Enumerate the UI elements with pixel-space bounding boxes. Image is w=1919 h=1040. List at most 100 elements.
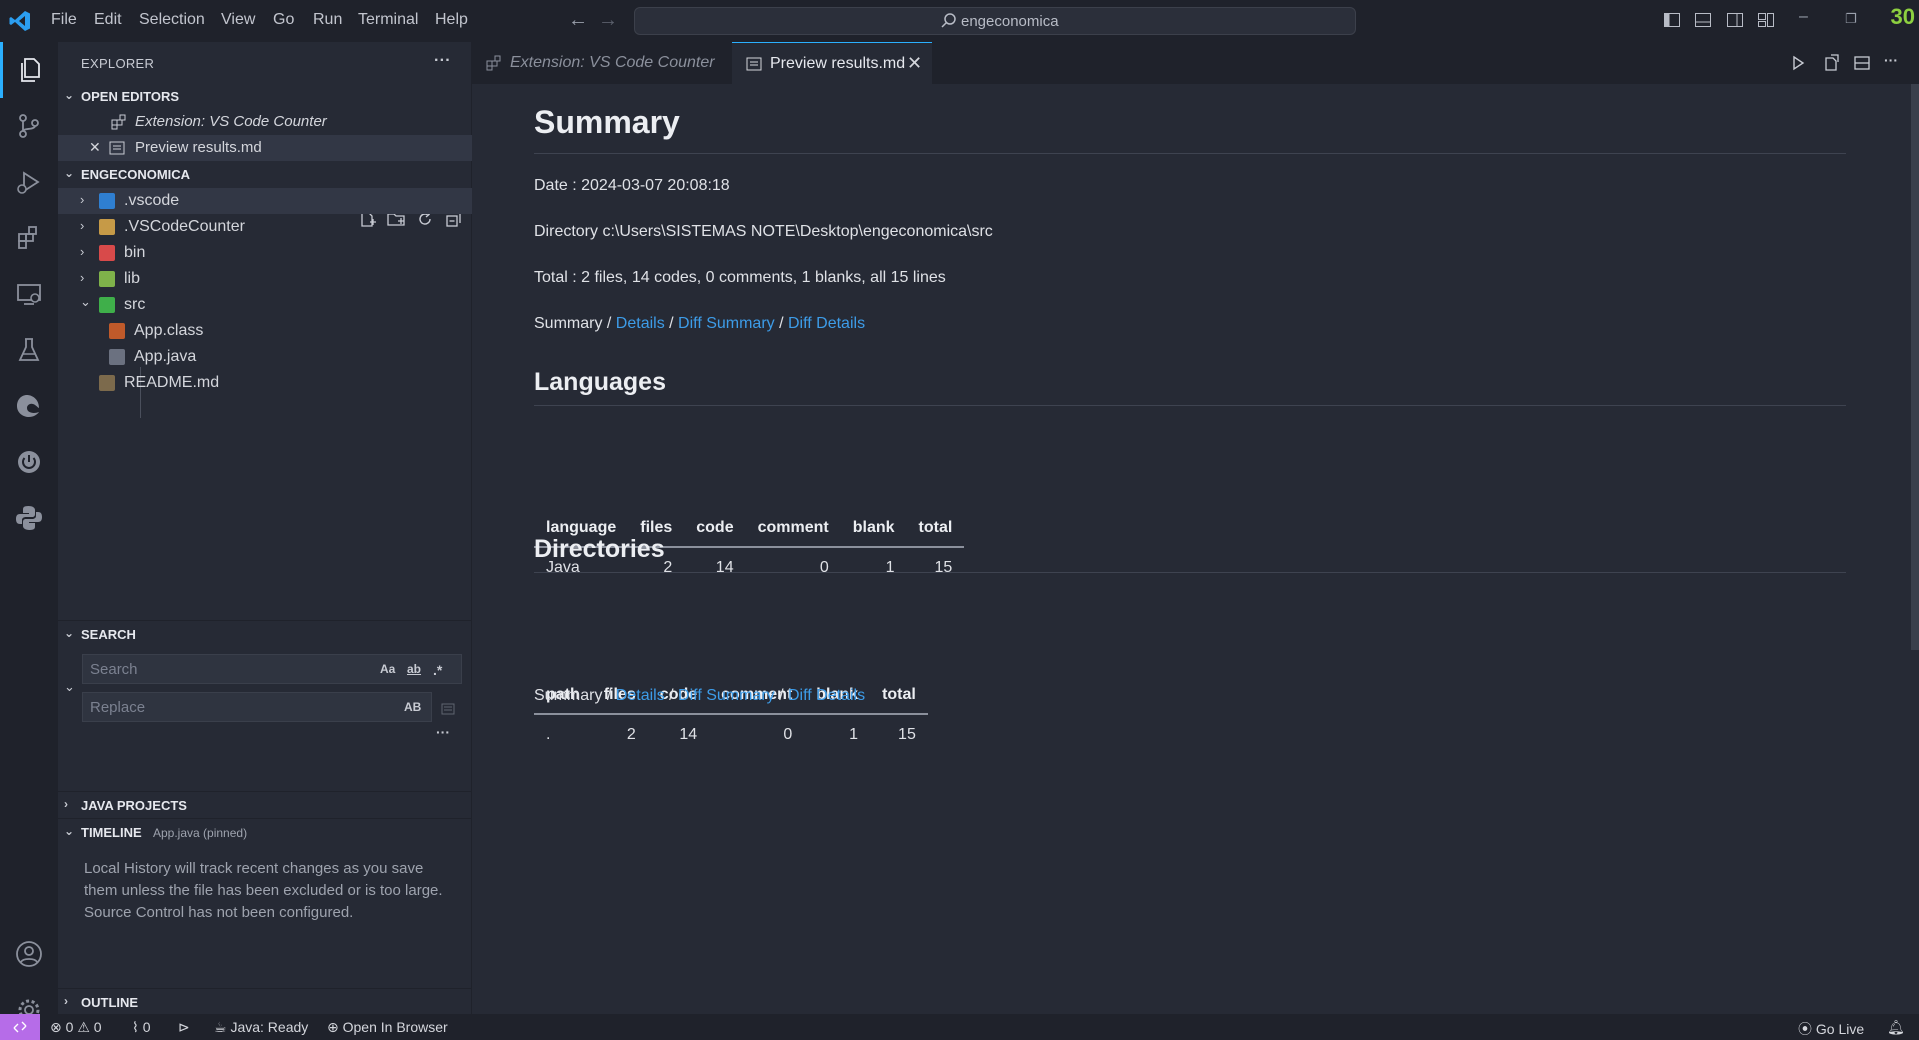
search-details-more[interactable]: ···	[436, 724, 450, 740]
split-editor-icon[interactable]	[1853, 54, 1871, 72]
close-icon[interactable]: ✕	[907, 53, 922, 74]
menu-run[interactable]: Run	[313, 11, 342, 29]
menu-selection[interactable]: Selection	[139, 11, 205, 29]
tree-folder[interactable]: ⌄ src	[58, 292, 472, 318]
nav-sep: /	[602, 315, 616, 332]
tree-folder[interactable]: › bin	[58, 240, 472, 266]
menu-view[interactable]: View	[221, 11, 255, 29]
java-cup-icon: ☕	[214, 1019, 227, 1035]
divider	[534, 572, 1846, 573]
java-file-icon	[109, 349, 125, 365]
regex-icon[interactable]: .*	[433, 662, 442, 678]
accounts-activity[interactable]	[0, 926, 58, 982]
tree-file[interactable]: App.class	[58, 318, 472, 344]
open-editors-header[interactable]: ⌄ OPEN EDITORS	[58, 83, 472, 109]
details-link[interactable]: Details	[616, 687, 665, 704]
editor-scrollbar[interactable]	[1911, 84, 1919, 650]
folder-header[interactable]: ⌄ ENGECONOMICA	[58, 161, 472, 187]
outline-header[interactable]: › OUTLINE	[58, 988, 472, 1014]
nav-sep: /	[774, 315, 788, 332]
explorer-more-actions[interactable]: ···	[434, 52, 451, 70]
remote-explorer-activity[interactable]	[0, 266, 58, 322]
vscode-folder-icon	[99, 193, 115, 209]
menu-file[interactable]: File	[51, 11, 77, 29]
cell-files: 2	[626, 725, 636, 743]
open-editor-item[interactable]: ✕ Preview results.md	[58, 135, 472, 161]
ports-indicator[interactable]: ⌇ 0	[132, 1019, 151, 1036]
col-code: code	[684, 509, 746, 548]
power-activity[interactable]	[0, 434, 58, 490]
preserve-case-icon[interactable]: AB	[404, 700, 421, 714]
extensions-activity[interactable]	[0, 210, 58, 266]
run-icon[interactable]	[1789, 54, 1807, 72]
open-editor-item[interactable]: Extension: VS Code Counter	[58, 109, 472, 135]
summary-heading: Summary	[534, 104, 680, 140]
open-in-browser[interactable]: ⊕ Open In Browser	[327, 1019, 448, 1036]
minimize-icon[interactable]: –	[1799, 8, 1808, 26]
toggle-secondary-sidebar-icon[interactable]	[1726, 11, 1744, 29]
tab-preview-results[interactable]: Preview results.md ✕	[732, 42, 932, 84]
tree-file[interactable]: README.md	[58, 370, 472, 396]
menu-edit[interactable]: Edit	[94, 11, 122, 29]
preview-icon	[746, 57, 762, 71]
col-total: total	[906, 509, 965, 548]
chevron-right-icon: ›	[80, 192, 85, 207]
menu-terminal[interactable]: Terminal	[358, 11, 418, 29]
tree-file[interactable]: App.java	[58, 344, 472, 370]
search-header[interactable]: ⌄ SEARCH	[58, 620, 472, 646]
edge-devtools-activity[interactable]	[0, 378, 58, 434]
explorer-activity[interactable]	[0, 42, 58, 98]
source-control-icon	[19, 114, 39, 138]
tree-folder[interactable]: › .VSCodeCounter	[58, 214, 472, 240]
replace-all-icon[interactable]	[439, 699, 457, 717]
match-case-icon[interactable]: Aa	[380, 662, 395, 676]
notifications-bell-icon[interactable]: 🔔︎	[1887, 1019, 1905, 1036]
menu-go[interactable]: Go	[273, 11, 294, 29]
folder-label: ENGECONOMICA	[81, 167, 191, 182]
python-activity[interactable]	[0, 490, 58, 546]
replace-input[interactable]: Replace AB	[82, 692, 432, 722]
testing-activity[interactable]	[0, 322, 58, 378]
error-count: 0	[65, 1019, 74, 1035]
cell-blank: 1	[885, 558, 895, 576]
open-editor-label: Extension: VS Code Counter	[135, 113, 327, 130]
files-icon	[20, 58, 40, 82]
search-input[interactable]: Search Aa ab .*	[82, 654, 462, 684]
open-source-icon[interactable]	[1822, 54, 1840, 72]
customize-layout-icon[interactable]	[1757, 11, 1775, 29]
diff-details-link[interactable]: Diff Details	[788, 315, 865, 332]
source-control-activity[interactable]	[0, 98, 58, 154]
extension-icon	[111, 114, 126, 130]
toggle-replace-chevron-icon[interactable]: ⌄	[64, 679, 75, 695]
tree-folder[interactable]: › .vscode	[58, 188, 472, 214]
tab-extension-vscode-counter[interactable]: Extension: VS Code Counter	[472, 42, 732, 84]
command-center-search[interactable]: engeconomica	[634, 7, 1356, 35]
diff-summary-link[interactable]: Diff Summary	[678, 687, 775, 704]
nav-summary: Summary	[534, 687, 603, 704]
toggle-panel-icon[interactable]	[1694, 11, 1712, 29]
java-projects-header[interactable]: › JAVA PROJECTS	[58, 791, 472, 817]
menu-help[interactable]: Help	[435, 11, 468, 29]
details-link[interactable]: Details	[616, 315, 665, 332]
chevron-down-icon: ⌄	[64, 824, 75, 838]
forward-arrow-icon[interactable]: →	[598, 9, 618, 32]
match-word-icon[interactable]: ab	[407, 662, 421, 676]
more-actions-icon[interactable]: ···	[1884, 52, 1898, 68]
timeline-header[interactable]: ⌄ TIMELINE App.java (pinned)	[58, 818, 472, 844]
restore-icon[interactable]: ❐	[1845, 11, 1857, 27]
run-debug-activity[interactable]	[0, 154, 58, 210]
open-editor-label: Preview results.md	[135, 139, 262, 156]
outline-label: OUTLINE	[81, 995, 139, 1010]
java-status[interactable]: ☕ Java: Ready	[214, 1019, 308, 1036]
close-icon[interactable]: ✕	[89, 139, 101, 156]
diff-summary-link[interactable]: Diff Summary	[678, 315, 775, 332]
tree-folder[interactable]: › lib	[58, 266, 472, 292]
toggle-primary-sidebar-icon[interactable]	[1663, 11, 1681, 29]
diff-details-link[interactable]: Diff Details	[788, 687, 865, 704]
back-arrow-icon[interactable]: ←	[568, 9, 588, 32]
debug-launch-icon[interactable]: ⊳	[178, 1019, 190, 1036]
problems-indicator[interactable]: ⊗ 0 ⚠ 0	[50, 1019, 102, 1036]
go-live-button[interactable]: ⦿ Go Live	[1798, 1019, 1864, 1039]
nav-sep: /	[602, 687, 616, 704]
remote-indicator[interactable]	[0, 1014, 40, 1040]
